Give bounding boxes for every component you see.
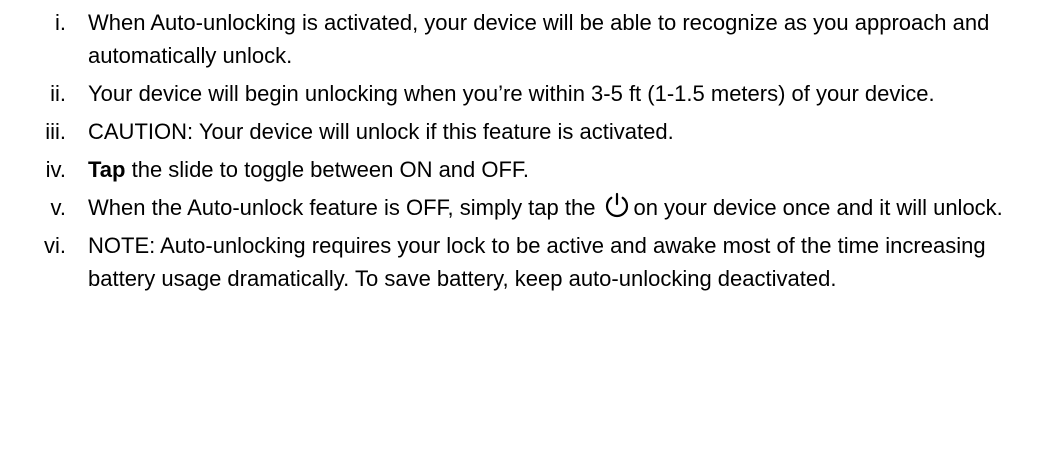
bold-tap-word: Tap [88, 157, 126, 182]
list-item: iv. Tap the slide to toggle between ON a… [0, 153, 1051, 186]
list-text: When the Auto-unlock feature is OFF, sim… [88, 191, 1048, 224]
list-text-rest: the slide to toggle between ON and OFF. [125, 157, 530, 182]
list-text: NOTE: Auto-unlocking requires your lock … [88, 233, 986, 291]
list-item: vi. NOTE: Auto-unlocking requires your l… [0, 229, 1051, 295]
list-text: When Auto-unlocking is activated, your d… [88, 10, 990, 68]
list-number: ii. [50, 81, 66, 106]
list-number: i. [55, 10, 66, 35]
instruction-list: i. When Auto-unlocking is activated, you… [0, 6, 1051, 295]
list-number: iii. [45, 119, 66, 144]
list-item: v. When the Auto-unlock feature is OFF, … [0, 191, 1051, 224]
list-text-after-icon: on your device once and it will unlock. [633, 195, 1003, 220]
document-page: i. When Auto-unlocking is activated, you… [0, 0, 1061, 451]
list-text: Your device will begin unlocking when yo… [88, 81, 935, 106]
list-item: iii. CAUTION: Your device will unlock if… [0, 115, 1051, 148]
list-item: ii. Your device will begin unlocking whe… [0, 77, 1051, 110]
list-text: CAUTION: Your device will unlock if this… [88, 119, 674, 144]
list-text-before-icon: When the Auto-unlock feature is OFF, sim… [88, 195, 596, 220]
list-number: iv. [45, 157, 66, 182]
list-number: vi. [44, 233, 66, 258]
power-icon [603, 191, 631, 219]
list-number: v. [50, 195, 66, 220]
list-text: Tap the slide to toggle between ON and O… [88, 153, 1048, 186]
list-item: i. When Auto-unlocking is activated, you… [0, 6, 1051, 72]
